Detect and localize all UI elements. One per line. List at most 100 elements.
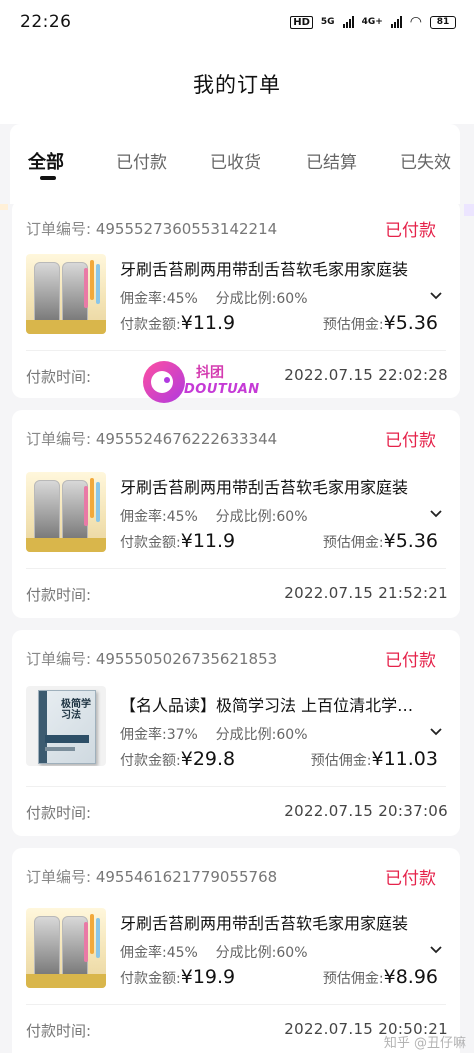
- split-ratio-label: 分成比例:: [215, 291, 277, 307]
- pay-time: 2022.07.15 20:37:06: [284, 802, 448, 820]
- order-number-label: 订单编号:: [26, 650, 92, 668]
- pay-time: 2022.07.15 22:02:28: [284, 366, 448, 384]
- status-time: 22:26: [20, 12, 72, 32]
- split-ratio: 60%: [276, 509, 308, 525]
- est-commission-label: 预估佣金:: [322, 535, 384, 551]
- divider: [26, 350, 446, 351]
- paid-amount-label: 付款金额:: [120, 535, 181, 551]
- est-commission-label: 预估佣金:: [322, 971, 384, 987]
- paid-amount: 11.9: [192, 530, 236, 552]
- zhihu-watermark: 知乎 @丑仔嘛: [383, 1036, 466, 1051]
- title-bar: 我的订单: [0, 44, 474, 124]
- tab-all[interactable]: 全部: [28, 148, 64, 174]
- commission-rate-label: 佣金率:: [120, 727, 167, 743]
- pay-time-label: 付款时间:: [26, 586, 92, 604]
- est-commission: 11.03: [383, 748, 438, 770]
- currency-symbol: ¥: [383, 966, 396, 988]
- hd-icon: HD: [290, 15, 313, 29]
- order-card[interactable]: 订单编号: 4955505026735621853 已付款 极简学习法 【名人品…: [12, 630, 460, 836]
- order-number-row: 订单编号: 4955524676222633344: [26, 428, 277, 449]
- chevron-down-icon[interactable]: [430, 726, 442, 738]
- currency-symbol: ¥: [383, 312, 396, 334]
- status-bar: 22:26 HD 5G 4G+ ◠ 81: [0, 0, 474, 44]
- commission-rate: 37%: [166, 727, 198, 743]
- tab-paid[interactable]: 已付款: [116, 148, 167, 173]
- split-ratio-label: 分成比例:: [215, 509, 277, 525]
- commission-rate-label: 佣金率:: [120, 509, 167, 525]
- est-commission-row: 预估佣金:¥8.96: [323, 966, 438, 988]
- order-number-label: 订单编号:: [26, 220, 92, 238]
- tab-received[interactable]: 已收货: [210, 148, 261, 173]
- paid-amount-row: 付款金额:¥19.9: [120, 966, 235, 988]
- commission-info: 佣金率:45% 分成比例:60%: [120, 288, 308, 308]
- tab-settled[interactable]: 已结算: [306, 148, 357, 173]
- order-number: 4955505026735621853: [95, 650, 278, 668]
- commission-info: 佣金率:37% 分成比例:60%: [120, 724, 308, 744]
- currency-symbol: ¥: [180, 530, 193, 552]
- commission-rate: 45%: [166, 945, 198, 961]
- currency-symbol: ¥: [180, 312, 193, 334]
- order-card[interactable]: 订单编号: 4955524676222633344 已付款 牙刷舌苔刷两用带刮舌…: [12, 410, 460, 618]
- split-ratio: 60%: [276, 945, 308, 961]
- book-cover-image: 极简学习法: [38, 690, 96, 764]
- product-name[interactable]: 牙刷舌苔刷两用带刮舌苔软毛家用家庭装: [120, 910, 450, 934]
- product-name[interactable]: 牙刷舌苔刷两用带刮舌苔软毛家用家庭装: [120, 474, 450, 498]
- order-number: 4955461621779055768: [95, 868, 278, 886]
- commission-rate-label: 佣金率:: [120, 291, 167, 307]
- order-number-row: 订单编号: 4955527360553142214: [26, 218, 277, 239]
- order-number-label: 订单编号:: [26, 868, 92, 886]
- product-name[interactable]: 【名人品读】极简学习法 上百位清北学…: [120, 692, 450, 716]
- commission-rate: 45%: [166, 509, 198, 525]
- status-icons: HD 5G 4G+ ◠ 81: [290, 14, 456, 30]
- paid-amount-row: 付款金额:¥11.9: [120, 530, 235, 552]
- chevron-down-icon[interactable]: [430, 944, 442, 956]
- split-ratio: 60%: [276, 727, 308, 743]
- page-title: 我的订单: [193, 73, 281, 97]
- pay-time-label: 付款时间:: [26, 804, 92, 822]
- product-thumbnail[interactable]: [26, 908, 106, 988]
- currency-symbol: ¥: [180, 748, 193, 770]
- tabs-bar: 全部 已付款 已收货 已结算 已失效: [10, 124, 460, 204]
- pay-time-label: 付款时间:: [26, 368, 92, 386]
- signal-icon-2: [390, 16, 402, 28]
- paid-amount: 29.8: [192, 748, 236, 770]
- status-badge: 已付款: [385, 221, 436, 241]
- product-thumbnail[interactable]: [26, 254, 106, 334]
- divider: [26, 786, 446, 787]
- wifi-icon: ◠: [409, 14, 422, 30]
- product-name[interactable]: 牙刷舌苔刷两用带刮舌苔软毛家用家庭装: [120, 256, 450, 280]
- battery-icon: 81: [430, 15, 456, 29]
- paid-amount: 11.9: [192, 312, 236, 334]
- currency-symbol: ¥: [383, 530, 396, 552]
- est-commission: 5.36: [395, 530, 438, 552]
- commission-rate-label: 佣金率:: [120, 945, 167, 961]
- tab-invalid[interactable]: 已失效: [400, 148, 451, 173]
- divider: [26, 568, 446, 569]
- product-thumbnail[interactable]: [26, 472, 106, 552]
- net-4g-label: 4G+: [361, 17, 383, 27]
- est-commission-row: 预估佣金:¥5.36: [323, 530, 438, 552]
- est-commission: 5.36: [395, 312, 438, 334]
- divider: [26, 1004, 446, 1005]
- net-5g-label: 5G: [320, 17, 335, 27]
- paid-amount-label: 付款金额:: [120, 971, 181, 987]
- commission-info: 佣金率:45% 分成比例:60%: [120, 506, 308, 526]
- product-thumbnail[interactable]: 极简学习法: [26, 686, 106, 766]
- commission-info: 佣金率:45% 分成比例:60%: [120, 942, 308, 962]
- paid-amount-row: 付款金额:¥29.8: [120, 748, 235, 770]
- commission-rate: 45%: [166, 291, 198, 307]
- split-ratio: 60%: [276, 291, 308, 307]
- est-commission-label: 预估佣金:: [310, 753, 372, 769]
- order-number: 4955524676222633344: [95, 430, 278, 448]
- status-badge: 已付款: [385, 869, 436, 889]
- est-commission-label: 预估佣金:: [322, 317, 384, 333]
- chevron-down-icon[interactable]: [430, 508, 442, 520]
- tabs-panel: 全部 已付款 已收货 已结算 已失效: [0, 124, 474, 204]
- order-card[interactable]: 订单编号: 4955527360553142214 已付款 牙刷舌苔刷两用带刮舌…: [12, 200, 460, 398]
- order-number-label: 订单编号:: [26, 430, 92, 448]
- chevron-down-icon[interactable]: [430, 290, 442, 302]
- order-card[interactable]: 订单编号: 4955461621779055768 已付款 牙刷舌苔刷两用带刮舌…: [12, 848, 460, 1053]
- split-ratio-label: 分成比例:: [215, 945, 277, 961]
- split-ratio-label: 分成比例:: [215, 727, 277, 743]
- battery-level: 81: [436, 17, 450, 27]
